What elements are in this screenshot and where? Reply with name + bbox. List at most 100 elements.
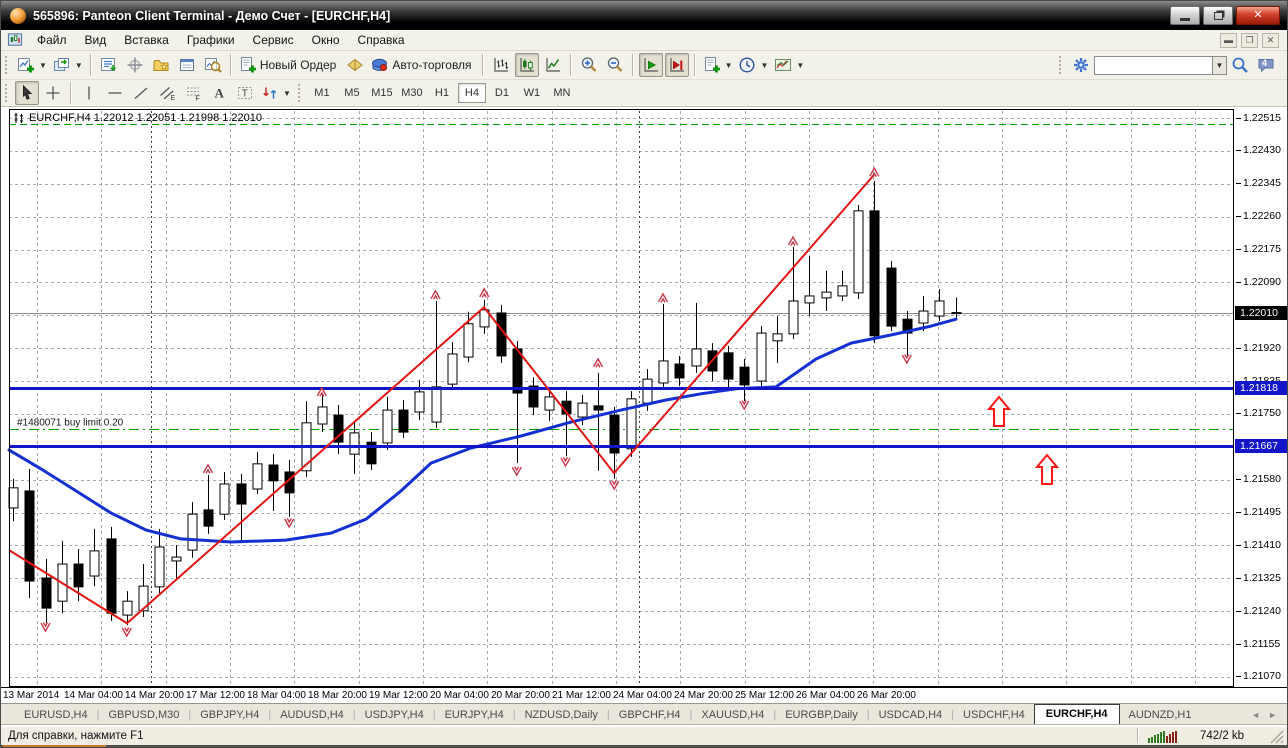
price-tick-label: 1.22515 xyxy=(1243,111,1281,124)
buy-limit-order-line[interactable]: #1480071 buy limit 0.20 xyxy=(9,418,1234,430)
restore-button[interactable] xyxy=(1203,6,1233,25)
market-watch-button[interactable] xyxy=(97,53,121,77)
chart-tabs-bar: EURUSD,H4 | GBPUSD,M30 | GBPJPY,H4 | AUDUSD,H4… xyxy=(1,703,1287,725)
zoom-in-button[interactable] xyxy=(577,53,601,77)
chart-tab-gbpusd-m30[interactable]: GBPUSD,M30 xyxy=(99,706,188,725)
auto-scroll-button[interactable] xyxy=(638,53,663,77)
timeframe-mn-button[interactable]: MN xyxy=(548,83,576,103)
label-button[interactable]: T xyxy=(233,81,257,105)
toolbar-grip[interactable] xyxy=(1058,55,1063,75)
data-window-button[interactable] xyxy=(123,53,147,77)
settings-button[interactable] xyxy=(1069,53,1093,77)
timeframe-d1-button[interactable]: D1 xyxy=(488,83,516,103)
tabs-scroll-left-icon[interactable]: ◄ xyxy=(1251,710,1260,720)
menu-item-окно[interactable]: Окно xyxy=(303,31,349,49)
cursor-button[interactable] xyxy=(15,81,39,105)
menu-item-вставка[interactable]: Вставка xyxy=(115,31,178,49)
timeframe-h4-button[interactable]: H4 xyxy=(457,83,486,103)
timeframe-m15-button[interactable]: M15 xyxy=(368,83,396,103)
price-tick-label: 1.21155 xyxy=(1243,637,1281,650)
timeframe-m5-button[interactable]: M5 xyxy=(338,83,366,103)
toolbar-line-studies: E F A T ▼ M1 M5 M15 M30 H1 H4 D1 W1 MN xyxy=(1,80,1287,107)
chart-bars-icon xyxy=(492,56,510,74)
chart-tab-usdcad-h4[interactable]: USDCAD,H4 xyxy=(870,706,952,725)
close-button[interactable]: ✕ xyxy=(1236,6,1280,25)
resize-grip[interactable] xyxy=(1267,727,1285,745)
arrow-up-object[interactable] xyxy=(986,395,1012,428)
channel-button[interactable]: E xyxy=(155,81,179,105)
menu-item-вид[interactable]: Вид xyxy=(76,31,116,49)
price-chart[interactable]: #1480071 buy limit 0.20 xyxy=(1,107,1234,687)
chart-tab-eurchf-h4[interactable]: EURCHF,H4 xyxy=(1033,704,1120,725)
chart-tab-usdchf-h4[interactable]: USDCHF,H4 xyxy=(954,706,1034,725)
price-tick xyxy=(1236,249,1241,251)
text-button[interactable]: A xyxy=(207,81,231,105)
toolbar-grip[interactable] xyxy=(4,83,9,103)
chart-shift-button[interactable] xyxy=(664,53,689,77)
chart-tab-audnzd-h1[interactable]: AUDNZD,H1 xyxy=(1120,706,1201,725)
chart-tab-usdjpy-h4[interactable]: USDJPY,H4 xyxy=(356,706,433,725)
chart-tab-gbpjpy-h4[interactable]: GBPJPY,H4 xyxy=(191,706,268,725)
fibonacci-button[interactable]: F xyxy=(181,81,205,105)
price-tick-label: 1.21070 xyxy=(1243,670,1281,683)
chart-tab-eurgbp-daily[interactable]: EURGBP,Daily xyxy=(776,706,867,725)
chart-tab-audusd-h4[interactable]: AUDUSD,H4 xyxy=(271,706,353,725)
time-tick-label: 17 Mar 12:00 xyxy=(186,690,245,701)
tabs-scroll-right-icon[interactable]: ► xyxy=(1268,710,1277,720)
menu-item-файл[interactable]: Файл xyxy=(28,31,76,49)
timeframe-m30-button[interactable]: M30 xyxy=(398,83,426,103)
shapes-button[interactable]: ▼ xyxy=(259,81,293,105)
chart-line-icon xyxy=(544,56,562,74)
mdi-minimize-button[interactable]: ▬ xyxy=(1220,32,1237,48)
chart-tab-gbpchf-h4[interactable]: GBPCHF,H4 xyxy=(610,706,690,725)
price-tick-label: 1.21580 xyxy=(1243,473,1281,486)
search-dropdown-button[interactable]: ▼ xyxy=(1212,55,1227,75)
price-marker-box: 1.21818 xyxy=(1235,380,1287,395)
time-tick-label: 18 Mar 04:00 xyxy=(247,690,306,701)
mdi-restore-button[interactable]: ❐ xyxy=(1241,32,1258,48)
toolbar-grip[interactable] xyxy=(4,55,9,75)
toolbar-grip[interactable] xyxy=(296,83,302,103)
price-tick-label: 1.21920 xyxy=(1243,341,1281,354)
menu-item-графики[interactable]: Графики xyxy=(178,31,244,49)
timeframe-m1-button[interactable]: M1 xyxy=(308,83,336,103)
candle xyxy=(658,304,669,389)
menu-item-справка[interactable]: Справка xyxy=(349,31,414,49)
templates-button[interactable]: ▼ xyxy=(772,53,806,77)
candle xyxy=(934,288,945,322)
chart-candles-button[interactable] xyxy=(514,53,539,77)
chart-tab-eurjpy-h4[interactable]: EURJPY,H4 xyxy=(436,706,513,725)
chart-tab-eurusd-h4[interactable]: EURUSD,H4 xyxy=(15,706,97,725)
candle xyxy=(414,379,425,421)
trendline-button[interactable] xyxy=(129,81,153,105)
search-go-button[interactable] xyxy=(1228,53,1252,77)
chart-bars-button[interactable] xyxy=(489,53,513,77)
navigator-button[interactable] xyxy=(149,53,173,77)
vline-button[interactable] xyxy=(77,81,101,105)
metaeditor-button[interactable] xyxy=(343,53,367,77)
notifications-button[interactable]: 4 xyxy=(1254,53,1278,77)
terminal-button[interactable] xyxy=(175,53,199,77)
zoom-out-button[interactable] xyxy=(603,53,627,77)
crosshair-button[interactable] xyxy=(41,81,65,105)
chart-line-button[interactable] xyxy=(541,53,565,77)
menu-item-сервис[interactable]: Сервис xyxy=(244,31,303,49)
statusbar: Для справки, нажмите F1 742/2 kb xyxy=(1,725,1287,745)
new-chart-button[interactable]: ▼ xyxy=(15,53,49,77)
chart-tab-nzdusd-daily[interactable]: NZDUSD,Daily xyxy=(516,706,607,725)
mdi-close-button[interactable]: ✕ xyxy=(1262,32,1279,48)
arrow-up-object[interactable] xyxy=(1034,453,1060,486)
timeframe-h1-button[interactable]: H1 xyxy=(428,83,456,103)
chart-tab-xauusd-h4[interactable]: XAUUSD,H4 xyxy=(692,706,773,725)
profiles-button[interactable]: ▼ xyxy=(51,53,85,77)
hline-button[interactable] xyxy=(103,81,127,105)
strategy-tester-button[interactable] xyxy=(201,53,225,77)
indicators-button[interactable]: ▼ xyxy=(701,53,735,77)
price-tick xyxy=(1236,610,1241,612)
minimize-button[interactable] xyxy=(1170,6,1200,25)
autotrading-button[interactable]: Авто-торговля xyxy=(369,53,476,77)
periods-button[interactable]: ▼ xyxy=(736,53,770,77)
timeframe-w1-button[interactable]: W1 xyxy=(518,83,546,103)
new-order-button[interactable]: Новый Ордер xyxy=(237,53,341,77)
search-input[interactable] xyxy=(1094,55,1212,75)
